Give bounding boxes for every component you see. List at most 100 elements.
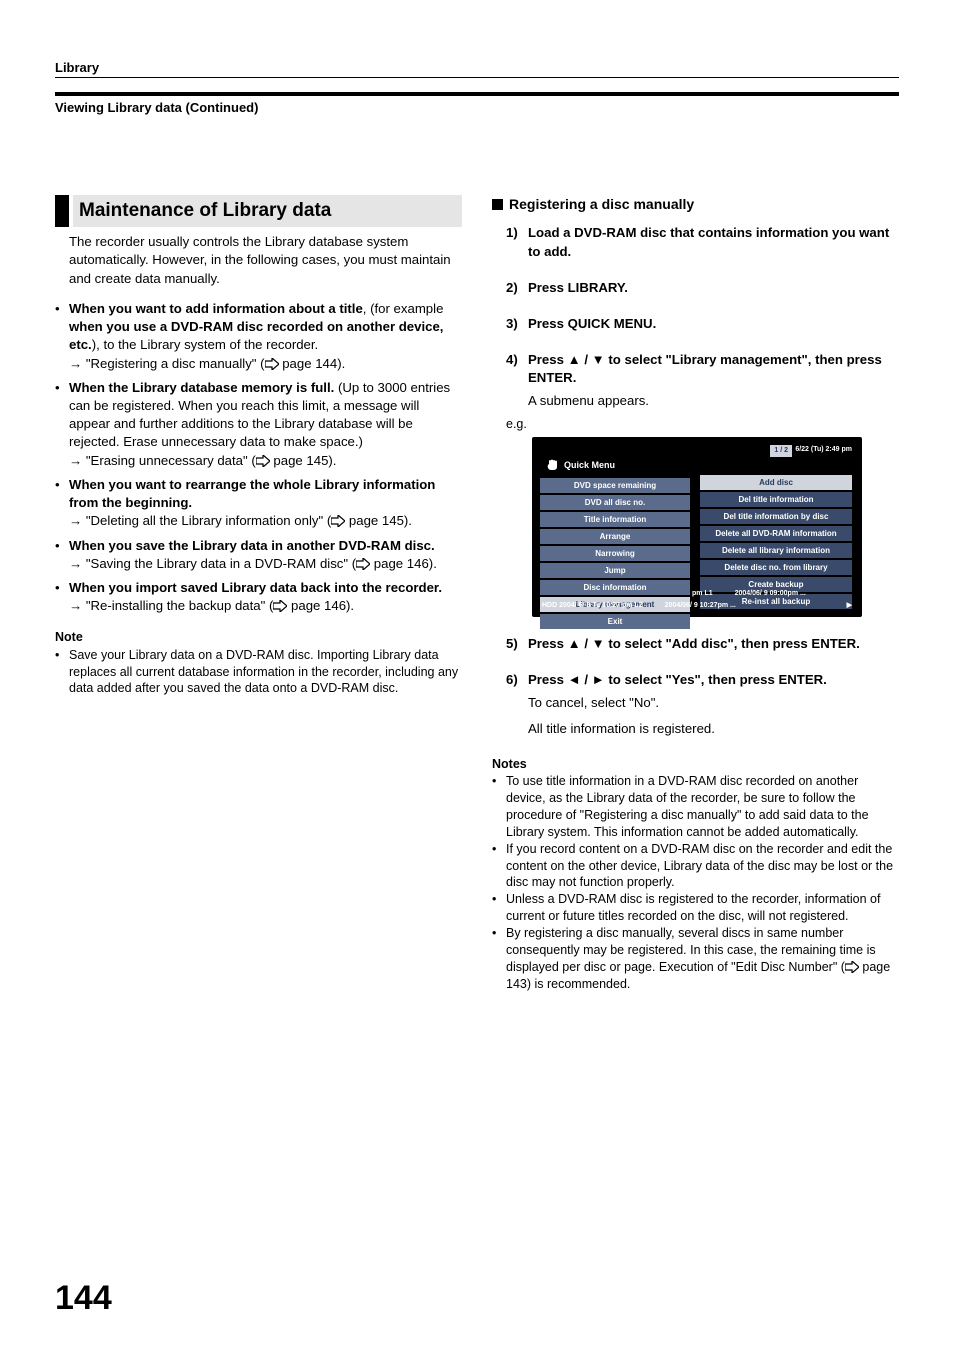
- step-text: Press: [528, 352, 568, 367]
- step-item: 3) Press QUICK MENU.: [506, 315, 899, 333]
- bullet-lead: When you want to rearrange the whole Lib…: [69, 477, 435, 510]
- datetime-label: 6/22 (Tu) 2:49 pm: [795, 445, 852, 455]
- arrow-up-down-icon: ▲ / ▼: [568, 352, 605, 367]
- note-body: If you record content on a DVD-RAM disc …: [506, 841, 899, 892]
- rule-thick: [55, 92, 899, 96]
- step-item: 1) Load a DVD-RAM disc that contains inf…: [506, 224, 899, 260]
- header-category: Library: [55, 60, 899, 75]
- bullet-lead: When you want to add information about a…: [69, 301, 363, 316]
- submenu-item: Del title information: [700, 492, 852, 507]
- bullet-body: When you import saved Library data back …: [69, 579, 462, 597]
- ref-tail: page 144).: [279, 356, 346, 371]
- step-number: 1): [506, 224, 528, 260]
- page-pointer-icon: [256, 455, 270, 467]
- note-heading: Note: [55, 629, 462, 646]
- bullet-lead: When the Library database memory is full…: [69, 380, 334, 395]
- step-text: to select "Yes", then press ENTER.: [605, 672, 827, 687]
- menu-item: Title information: [540, 512, 690, 527]
- status-text: HDD 2004/ 6/ 8 Tu 10:27 pm L2: [542, 601, 643, 611]
- menu-item: Jump: [540, 563, 690, 578]
- ref-tail: page 145).: [345, 513, 412, 528]
- right-column: Registering a disc manually 1) Load a DV…: [492, 195, 899, 993]
- note-body: By registering a disc manually, several …: [506, 925, 899, 993]
- bullet-lead: When you import saved Library data back …: [69, 580, 442, 595]
- submenu-item-selected: Add disc: [700, 475, 852, 490]
- bullet-text: ), to the Library system of the recorder…: [92, 337, 318, 352]
- step-subtext: A submenu appears.: [528, 392, 899, 410]
- subsection-heading: Registering a disc manually: [492, 195, 899, 214]
- note-body: Save your Library data on a DVD-RAM disc…: [69, 647, 462, 698]
- ref-tail: page 145).: [270, 453, 337, 468]
- bullet-dot: •: [492, 773, 506, 841]
- chevron-right-icon: ▶: [847, 601, 852, 611]
- page-chip: 1 / 2: [770, 445, 792, 457]
- status-text: 2004/06/ 9 09:00pm ...: [735, 589, 806, 599]
- note-item: • By registering a disc manually, severa…: [492, 925, 899, 993]
- reference-line: → "Erasing unnecessary data" ( page 145)…: [69, 452, 462, 470]
- example-label: e.g.: [506, 416, 899, 433]
- note-text: By registering a disc manually, several …: [506, 926, 876, 974]
- note-item: • If you record content on a DVD-RAM dis…: [492, 841, 899, 892]
- bullet-item: • When you want to rearrange the whole L…: [55, 476, 462, 531]
- submenu-item: Delete all DVD-RAM information: [700, 526, 852, 541]
- quick-menu-screenshot: 1 / 2 6/22 (Tu) 2:49 pm Quick Menu DVD s…: [532, 437, 862, 617]
- step-text: Press: [528, 672, 568, 687]
- step-number: 2): [506, 279, 528, 297]
- step-number: 3): [506, 315, 528, 333]
- rule-thin: [55, 77, 899, 78]
- ref-text: → "Erasing unnecessary data" (: [69, 453, 256, 468]
- bullet-item: • When the Library database memory is fu…: [55, 379, 462, 470]
- menu-item: Narrowing: [540, 546, 690, 561]
- bullet-dot: •: [492, 841, 506, 892]
- step-item: 4) Press ▲ / ▼ to select "Library manage…: [506, 351, 899, 410]
- menu-item: Exit: [540, 614, 690, 629]
- menu-item: Arrange: [540, 529, 690, 544]
- status-text: 2004/06/ 9 10:27pm ...: [665, 601, 736, 611]
- page-pointer-icon: [356, 558, 370, 570]
- submenu-item: Delete disc no. from library: [700, 560, 852, 575]
- submenu-item: Delete all library information: [700, 543, 852, 558]
- page-number: 144: [55, 1279, 112, 1318]
- ref-text: → "Registering a disc manually" (: [69, 356, 265, 371]
- notes-heading: Notes: [492, 756, 899, 773]
- step-title: Press QUICK MENU.: [528, 316, 656, 331]
- section-bar: [55, 195, 69, 227]
- reference-line: → "Registering a disc manually" ( page 1…: [69, 355, 462, 373]
- page-pointer-icon: [331, 515, 345, 527]
- subsection-title: Registering a disc manually: [509, 195, 694, 214]
- page-pointer-icon: [265, 358, 279, 370]
- arrow-left-right-icon: ◄ / ►: [568, 672, 605, 687]
- step-number: 4): [506, 351, 528, 410]
- reference-line: → "Deleting all the Library information …: [69, 512, 462, 530]
- bullet-dot: •: [55, 379, 69, 452]
- section-title: Maintenance of Library data: [73, 195, 462, 227]
- ref-text: → "Saving the Library data in a DVD-RAM …: [69, 556, 356, 571]
- step-subtext: All title information is registered.: [528, 720, 899, 738]
- bullet-lead: When you save the Library data in anothe…: [69, 538, 435, 553]
- ref-text: → "Deleting all the Library information …: [69, 513, 331, 528]
- ref-text: → "Re-installing the backup data" (: [69, 598, 273, 613]
- bullet-dot: •: [55, 647, 69, 698]
- quick-menu-title: Quick Menu: [564, 459, 615, 471]
- step-text: Press: [528, 636, 568, 651]
- step-item: 6) Press ◄ / ► to select "Yes", then pre…: [506, 671, 899, 738]
- page-pointer-icon: [845, 961, 859, 973]
- status-text: pm L1: [692, 589, 713, 599]
- note-item: • Unless a DVD-RAM disc is registered to…: [492, 891, 899, 925]
- reference-line: → "Saving the Library data in a DVD-RAM …: [69, 555, 462, 573]
- bullet-dot: •: [492, 891, 506, 925]
- hand-icon: [546, 459, 560, 471]
- bullet-dot: •: [55, 537, 69, 555]
- step-item: 2) Press LIBRARY.: [506, 279, 899, 297]
- bullet-dot: •: [55, 579, 69, 597]
- step-number: 5): [506, 635, 528, 653]
- intro-paragraph: The recorder usually controls the Librar…: [69, 233, 462, 288]
- step-item: 5) Press ▲ / ▼ to select "Add disc", the…: [506, 635, 899, 653]
- bullet-dot: •: [55, 476, 69, 512]
- bullet-item: • When you want to add information about…: [55, 300, 462, 373]
- note-body: Unless a DVD-RAM disc is registered to t…: [506, 891, 899, 925]
- bullet-body: When the Library database memory is full…: [69, 379, 462, 452]
- square-icon: [492, 199, 503, 210]
- status-row: HDD 2004/ 6/ 8 Tu 10:27 pm L2 2004/06/ 9…: [542, 601, 852, 611]
- note-item: • Save your Library data on a DVD-RAM di…: [55, 647, 462, 698]
